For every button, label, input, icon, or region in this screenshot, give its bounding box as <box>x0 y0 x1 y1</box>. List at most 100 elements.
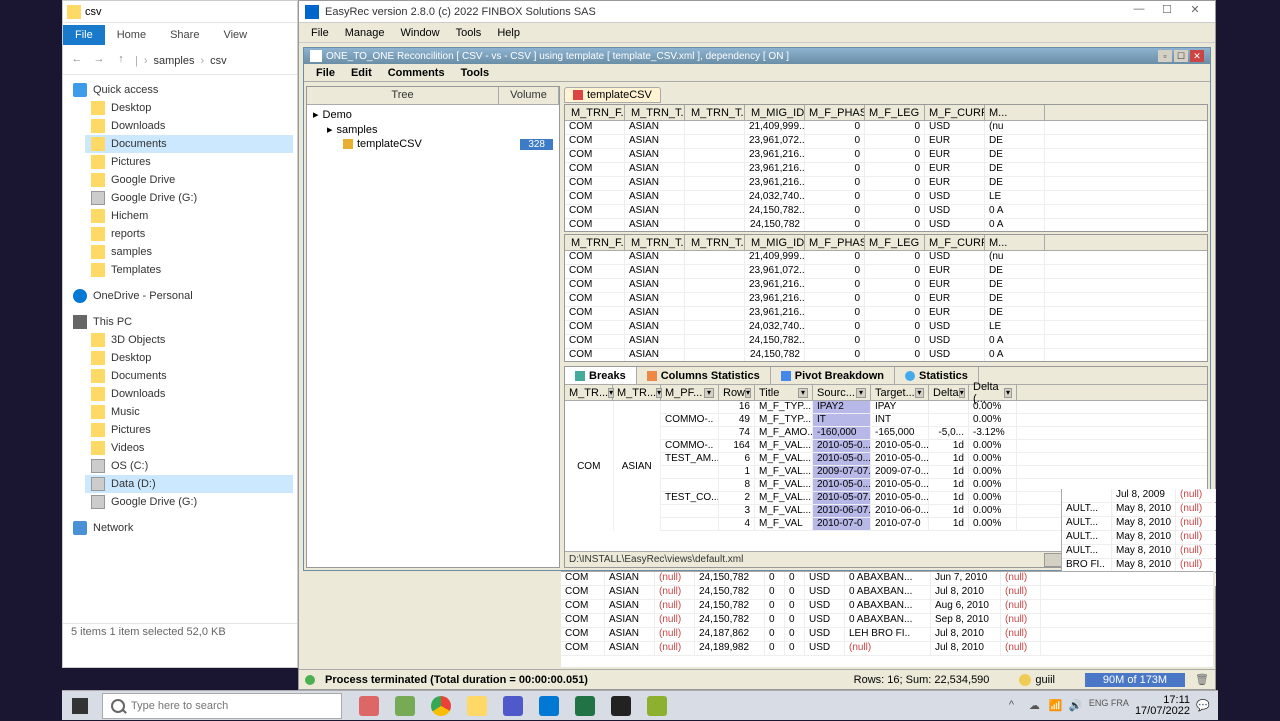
pc-music[interactable]: Music <box>85 403 293 421</box>
column-header[interactable]: M_F_LEG <box>865 105 925 120</box>
pc-desktop[interactable]: Desktop <box>85 349 293 367</box>
qa-pictures[interactable]: Pictures <box>85 153 293 171</box>
break-row[interactable]: COMMO-..49M_F_TYP...ITINT0.00% <box>661 414 1207 427</box>
menu-manage[interactable]: Manage <box>337 25 393 41</box>
maximize-button[interactable]: ☐ <box>1153 3 1181 21</box>
menu-window[interactable]: Window <box>393 25 448 41</box>
recon-menu-file[interactable]: File <box>308 65 343 81</box>
table-row[interactable]: COMASIAN24,150,78200USD0 A <box>565 219 1207 232</box>
column-header[interactable]: M_F_CURRENCY <box>925 105 985 120</box>
break-row[interactable]: TEST_AM...6M_F_VAL...2010-05-0...2010-05… <box>661 453 1207 466</box>
ribbon-home[interactable]: Home <box>105 25 158 45</box>
tab-col-stats[interactable]: Columns Statistics <box>637 367 771 384</box>
table-row[interactable]: COMASIAN23,961,072...00EURDE <box>565 265 1207 279</box>
ribbon-file[interactable]: File <box>63 25 105 45</box>
table-row[interactable]: COMASIAN24,150,782...00USD0 A <box>565 205 1207 219</box>
taskbar-search[interactable] <box>102 693 342 719</box>
table-row[interactable]: COMASIAN23,961,216...00EURDE <box>565 279 1207 293</box>
nav-forward[interactable]: → <box>91 53 107 69</box>
column-header[interactable]: M_F_PHASE <box>805 235 865 250</box>
table-row[interactable]: COMASIAN24,032,740...00USDLE <box>565 191 1207 205</box>
explorer-titlebar[interactable]: csv <box>63 1 297 23</box>
close-button[interactable]: ✕ <box>1181 3 1209 21</box>
table-row[interactable]: AULT...May 8, 2010(null) <box>1062 545 1215 559</box>
qa-gdrive[interactable]: Google Drive <box>85 171 293 189</box>
minimize-button[interactable]: — <box>1125 3 1153 21</box>
search-input[interactable] <box>131 700 333 712</box>
column-header[interactable]: M_F_PHASE <box>805 105 865 120</box>
filter-dropdown[interactable]: ▾ <box>704 388 714 398</box>
qa-hichem[interactable]: Hichem <box>85 207 293 225</box>
column-header[interactable]: M_TRN_T... <box>625 105 685 120</box>
breaks-column[interactable]: M_PF...▾ <box>661 385 719 400</box>
filter-dropdown[interactable]: ▾ <box>798 388 808 398</box>
tray-wifi-icon[interactable]: 📶 <box>1049 699 1063 713</box>
breaks-column[interactable]: Title▾ <box>755 385 813 400</box>
breaks-column[interactable]: Target...▾ <box>871 385 929 400</box>
table-row[interactable]: COMASIAN(null)24,189,98200USD(null)Jul 8… <box>561 642 1213 656</box>
breaks-column[interactable]: Row▾ <box>719 385 755 400</box>
breaks-column[interactable]: M_TR...▾ <box>613 385 661 400</box>
table-row[interactable]: COMASIAN(null)24,150,78200USD0 ABAXBAN..… <box>561 572 1213 586</box>
qa-samples[interactable]: samples <box>85 243 293 261</box>
recon-restore[interactable]: ▫ <box>1158 50 1172 62</box>
column-header[interactable]: M_F_CURRENCY <box>925 235 985 250</box>
memory-usage[interactable]: 90M of 173M <box>1085 673 1185 687</box>
filter-dropdown[interactable]: ▾ <box>959 388 965 398</box>
table-row[interactable]: COMASIAN23,961,216...00EURDE <box>565 177 1207 191</box>
nav-up[interactable]: ↑ <box>113 53 129 69</box>
table-row[interactable]: COMASIAN(null)24,187,86200USDLEH BRO FI.… <box>561 628 1213 642</box>
pc-documents[interactable]: Documents <box>85 367 293 385</box>
ribbon-share[interactable]: Share <box>158 25 211 45</box>
table-row[interactable]: COMASIAN23,961,216...00EURDE <box>565 293 1207 307</box>
qa-templates[interactable]: Templates <box>85 261 293 279</box>
table-row[interactable]: COMASIAN24,150,78200USD0 A <box>565 349 1207 362</box>
pc-downloads[interactable]: Downloads <box>85 385 293 403</box>
tree-col-volume[interactable]: Volume <box>499 87 559 104</box>
tab-pivot[interactable]: Pivot Breakdown <box>771 367 895 384</box>
filter-dropdown[interactable]: ▾ <box>745 388 751 398</box>
column-header[interactable]: M... <box>985 235 1045 250</box>
task-excel[interactable] <box>568 692 602 720</box>
breaks-column[interactable]: Delta▾ <box>929 385 969 400</box>
table-row[interactable]: Jul 8, 2009(null) <box>1062 489 1215 503</box>
recon-menu-tools[interactable]: Tools <box>453 65 498 81</box>
task-easyrec[interactable] <box>640 692 674 720</box>
pc-3d[interactable]: 3D Objects <box>85 331 293 349</box>
table-row[interactable]: COMASIAN23,961,216...00EURDE <box>565 163 1207 177</box>
table-row[interactable]: COMASIAN21,409,999...00USD(nu <box>565 121 1207 135</box>
table-row[interactable]: COMASIAN(null)24,150,78200USD0 ABAXBAN..… <box>561 586 1213 600</box>
qa-documents[interactable]: Documents <box>85 135 293 153</box>
tree-samples[interactable]: ▸ samples <box>309 122 557 137</box>
table-row[interactable]: COMASIAN(null)24,150,78200USD0 ABAXBAN..… <box>561 614 1213 628</box>
recon-titlebar[interactable]: ONE_TO_ONE Reconcilition [ CSV - vs - CS… <box>304 48 1210 64</box>
recon-menu-edit[interactable]: Edit <box>343 65 380 81</box>
nav-back[interactable]: ← <box>69 53 85 69</box>
pc-data-d[interactable]: Data (D:) <box>85 475 293 493</box>
recon-close[interactable]: ✕ <box>1190 50 1204 62</box>
qa-desktop[interactable]: Desktop <box>85 99 293 117</box>
filter-dropdown[interactable]: ▾ <box>1004 388 1012 398</box>
task-explorer[interactable] <box>460 692 494 720</box>
background-grid[interactable]: COMASIAN(null)24,150,78200USD0 ABAXBAN..… <box>561 571 1213 667</box>
source-grid[interactable]: CSV M_TRN_F...M_TRN_T...M_TRN_T...M_MIG_… <box>564 104 1208 232</box>
start-button[interactable] <box>62 691 98 721</box>
quick-access[interactable]: Quick access <box>67 81 293 99</box>
pc-os-c[interactable]: OS (C:) <box>85 457 293 475</box>
tray-clock[interactable]: 17:11 17/07/2022 <box>1135 695 1190 717</box>
task-app-2[interactable] <box>388 692 422 720</box>
easyrec-titlebar[interactable]: EasyRec version 2.8.0 (c) 2022 FINBOX So… <box>299 1 1215 23</box>
task-cmd[interactable] <box>604 692 638 720</box>
break-row[interactable]: 74M_F_AMO...-160,000-165,000-5,0...-3.12… <box>661 427 1207 440</box>
trash-icon[interactable]: 🗑 <box>1195 673 1209 687</box>
crumb-samples[interactable]: samples <box>154 55 195 67</box>
breaks-column[interactable]: Delta (...▾ <box>969 385 1017 400</box>
close-tab-icon[interactable] <box>573 90 583 100</box>
save-view-button[interactable] <box>1044 553 1062 567</box>
pc-pictures[interactable]: Pictures <box>85 421 293 439</box>
break-row[interactable]: 16M_F_TYP...IPAY2IPAY0.00% <box>661 401 1207 414</box>
table-row[interactable]: COMASIAN(null)24,150,78200USD0 ABAXBAN..… <box>561 600 1213 614</box>
menu-help[interactable]: Help <box>489 25 528 41</box>
tree-col-tree[interactable]: Tree <box>307 87 499 104</box>
qa-reports[interactable]: reports <box>85 225 293 243</box>
